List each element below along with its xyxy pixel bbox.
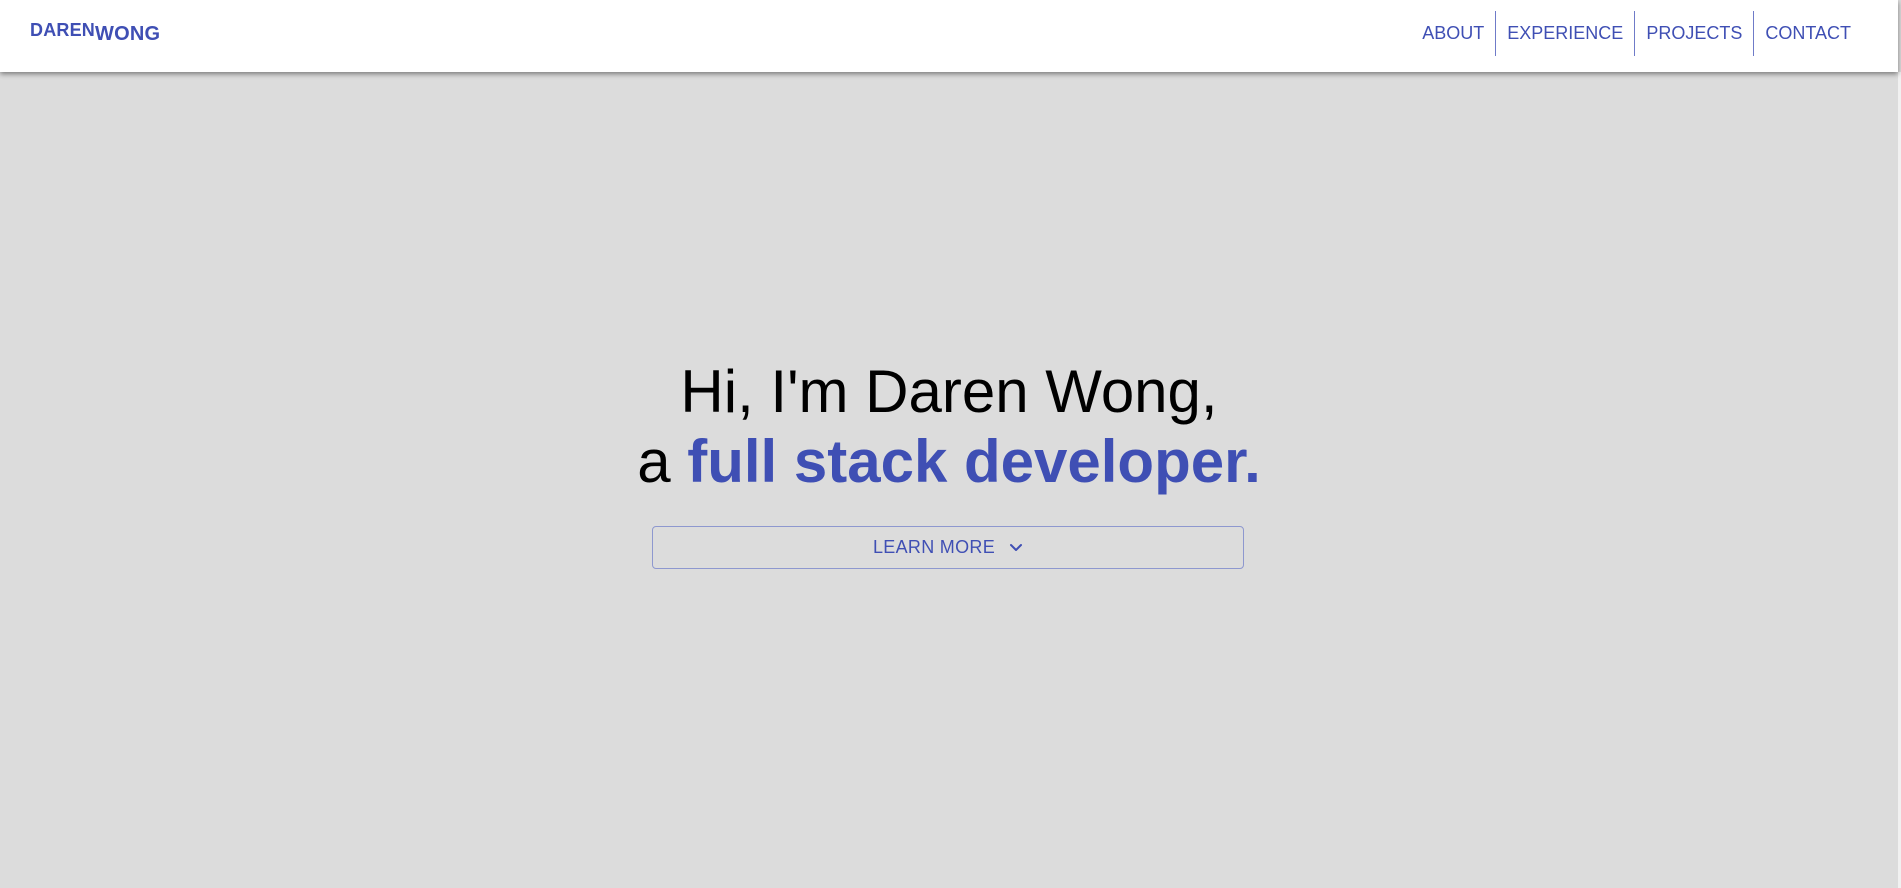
learn-more-button[interactable]: LEARN MORE	[652, 526, 1244, 569]
hero-greeting: Hi, I'm Daren Wong,	[680, 358, 1218, 425]
chevron-down-icon	[1009, 543, 1023, 553]
main-nav: ABOUT EXPERIENCE PROJECTS CONTACT	[1411, 11, 1862, 56]
nav-link-about[interactable]: ABOUT	[1411, 11, 1495, 56]
hero-tagline: a full stack developer.	[0, 427, 1898, 497]
nav-link-contact[interactable]: CONTACT	[1754, 11, 1862, 56]
nav-link-projects[interactable]: PROJECTS	[1635, 11, 1753, 56]
learn-more-label: LEARN MORE	[872, 537, 996, 557]
hero-section: Hi, I'm Daren Wong, a full stack develop…	[0, 72, 1898, 888]
nav-link-experience[interactable]: EXPERIENCE	[1496, 11, 1634, 56]
site-logo[interactable]: DARENWONG	[30, 20, 161, 45]
logo-last-name: WONG	[95, 23, 161, 45]
hero-tagline-prefix: a	[637, 428, 688, 495]
hero-headline: Hi, I'm Daren Wong, a full stack develop…	[0, 357, 1898, 497]
logo-first-name: DAREN	[30, 20, 96, 40]
page: DARENWONG ABOUT EXPERIENCE PROJECTS CONT…	[0, 0, 1901, 888]
navbar: DARENWONG ABOUT EXPERIENCE PROJECTS CONT…	[0, 0, 1898, 72]
hero-role: full stack developer.	[687, 428, 1261, 495]
